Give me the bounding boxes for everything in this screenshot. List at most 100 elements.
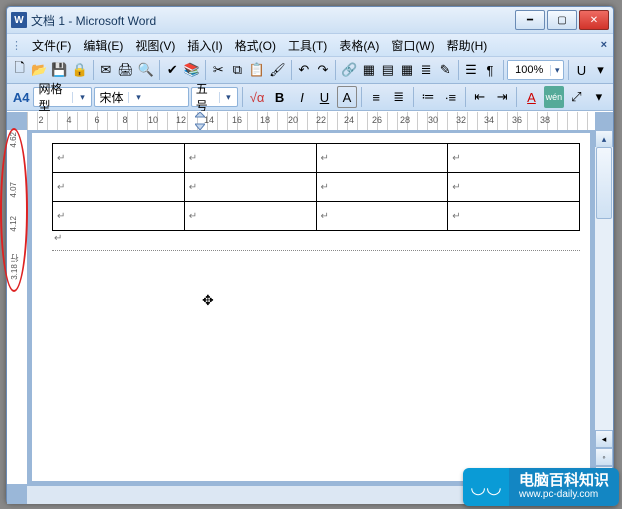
redo-icon[interactable]: ↷ (314, 59, 331, 81)
toolbar-overflow-icon[interactable]: ▾ (589, 86, 609, 108)
copy-icon[interactable]: ⧉ (229, 59, 246, 81)
style-value: 网格型 (34, 80, 72, 114)
new-doc-icon[interactable]: 🗋 (11, 59, 28, 81)
permissions-icon[interactable]: 🔒 (70, 59, 88, 81)
menu-insert[interactable]: 插入(I) (181, 35, 228, 56)
workspace: 2468101214161820222426283032343638 4.62 … (7, 111, 613, 504)
table-cell: ↵ (316, 173, 448, 202)
table-cell: ↵ (53, 144, 185, 173)
zoom-dropdown-icon[interactable]: ▾ (550, 65, 563, 76)
horizontal-ruler[interactable]: 2468101214161820222426283032343638 (27, 112, 595, 131)
titlebar[interactable]: W 文档 1 - Microsoft Word ━ ▢ ✕ (7, 7, 613, 33)
table-row: ↵↵↵↵ (53, 202, 580, 231)
watermark-title: 电脑百科知识 (519, 473, 609, 489)
cut-icon[interactable]: ✂ (210, 59, 227, 81)
menu-file[interactable]: 文件(F) (26, 35, 77, 56)
indent-inc-icon[interactable]: ⇥ (492, 86, 512, 108)
table-cell: ↵ (448, 202, 580, 231)
prev-page-icon[interactable]: ◂ (595, 430, 613, 448)
menu-format[interactable]: 格式(O) (229, 35, 282, 56)
menu-table[interactable]: 表格(A) (333, 35, 385, 56)
indent-dec-icon[interactable]: ⇤ (470, 86, 490, 108)
ruler-tick: 26 (363, 115, 391, 125)
bold-button[interactable]: B (269, 86, 289, 108)
hyperlink-icon[interactable]: 🔗 (340, 59, 358, 81)
zoom-combo[interactable]: ▾ (507, 60, 564, 80)
ruler-tick: 6 (83, 115, 111, 125)
table-cell: ↵ (53, 202, 185, 231)
chevron-down-icon[interactable]: ▾ (128, 92, 149, 103)
vruler-mark-top: 4.62 (9, 132, 18, 148)
document-table[interactable]: ↵↵↵↵ ↵↵↵↵ ↵↵↵↵ (52, 143, 580, 231)
vruler-mark-rowh: 4.07 (9, 182, 18, 198)
save-icon[interactable]: 💾 (50, 59, 68, 81)
char-scaling-icon[interactable]: ⤢ (566, 86, 586, 108)
numbering-icon[interactable]: ≔ (418, 86, 438, 108)
drawing-icon[interactable]: ✎ (437, 59, 454, 81)
bullets-icon[interactable]: ∙≡ (440, 86, 460, 108)
scroll-thumb[interactable] (596, 147, 612, 219)
browse-object-icon[interactable]: ◦ (595, 448, 613, 466)
format-painter-icon[interactable]: 🖌 (268, 59, 287, 81)
window-title: 文档 1 - Microsoft Word (31, 12, 156, 29)
open-icon[interactable]: 📂 (30, 59, 48, 81)
underline-button[interactable]: U (314, 86, 334, 108)
font-combo[interactable]: 宋体▾ (94, 87, 188, 107)
print-icon[interactable]: 🖨 (116, 59, 135, 81)
insert-table-icon[interactable]: ▤ (379, 59, 396, 81)
vertical-ruler[interactable]: 4.62 4.07 4.12 3.18 行 (7, 130, 28, 484)
zoom-input[interactable] (508, 61, 550, 79)
menu-window[interactable]: 窗口(W) (385, 35, 440, 56)
menu-view[interactable]: 视图(V) (129, 35, 181, 56)
ruler-tick: 10 (139, 115, 167, 125)
document-page[interactable]: ↵↵↵↵ ↵↵↵↵ ↵↵↵↵ ↵ ✥ (31, 132, 591, 482)
chevron-down-icon[interactable]: ▾ (72, 92, 91, 103)
paste-icon[interactable]: 📋 (248, 59, 266, 81)
align-left-icon[interactable]: ≡ (366, 86, 386, 108)
read-layout-icon[interactable]: U (573, 59, 590, 81)
font-color-icon[interactable]: A (521, 86, 541, 108)
indent-marker-icon[interactable] (195, 112, 205, 130)
doc-map-icon[interactable]: ☰ (462, 59, 479, 81)
italic-button[interactable]: I (292, 86, 312, 108)
asian-layout-icon[interactable]: wén (544, 86, 564, 108)
undo-icon[interactable]: ↶ (295, 59, 312, 81)
vertical-scrollbar[interactable]: ▴ ◂ ◦ ▸ (594, 130, 613, 484)
font-value: 宋体 (95, 89, 127, 106)
styles-pane-icon[interactable]: A4 (11, 86, 31, 108)
menu-edit[interactable]: 编辑(E) (77, 35, 129, 56)
close-doc-icon[interactable]: × (595, 39, 613, 51)
app-window: W 文档 1 - Microsoft Word ━ ▢ ✕ ⋮ 文件(F) 编辑… (6, 6, 614, 504)
ruler-tick: 24 (335, 115, 363, 125)
char-border-icon[interactable]: A (337, 86, 357, 108)
preview-icon[interactable]: 🔍 (137, 59, 155, 81)
spellcheck-icon[interactable]: ✔ (164, 59, 181, 81)
table-row: ↵↵↵↵ (53, 173, 580, 202)
table-cell: ↵ (184, 173, 316, 202)
menubar-handle-icon[interactable]: ⋮ (11, 39, 22, 52)
table-cell: ↵ (448, 173, 580, 202)
vruler-mark-below: 3.18 行 (9, 254, 20, 280)
watermark-url: www.pc-daily.com (519, 489, 609, 501)
research-icon[interactable]: 📚 (183, 59, 201, 81)
tables-borders-icon[interactable]: ▦ (360, 59, 377, 81)
size-value: 五号 (192, 80, 219, 114)
scroll-up-icon[interactable]: ▴ (595, 130, 613, 148)
align-distribute-icon[interactable]: ≣ (388, 86, 408, 108)
minimize-button[interactable]: ━ (515, 10, 545, 30)
style-combo[interactable]: 网格型▾ (33, 87, 92, 107)
maximize-button[interactable]: ▢ (547, 10, 577, 30)
ruler-tick: 36 (503, 115, 531, 125)
size-combo[interactable]: 五号▾ (191, 87, 238, 107)
chevron-down-icon[interactable]: ▾ (219, 92, 237, 103)
columns-icon[interactable]: ≣ (418, 59, 435, 81)
menu-help[interactable]: 帮助(H) (441, 35, 494, 56)
ruler-tick: 28 (391, 115, 419, 125)
phonetic-icon[interactable]: √α (247, 86, 267, 108)
excel-icon[interactable]: ▦ (398, 59, 415, 81)
mail-icon[interactable]: ✉ (97, 59, 114, 81)
menu-tools[interactable]: 工具(T) (282, 35, 333, 56)
show-marks-icon[interactable]: ¶ (481, 59, 498, 81)
toolbar-overflow-icon[interactable]: ▾ (592, 59, 609, 81)
close-button[interactable]: ✕ (579, 10, 609, 30)
